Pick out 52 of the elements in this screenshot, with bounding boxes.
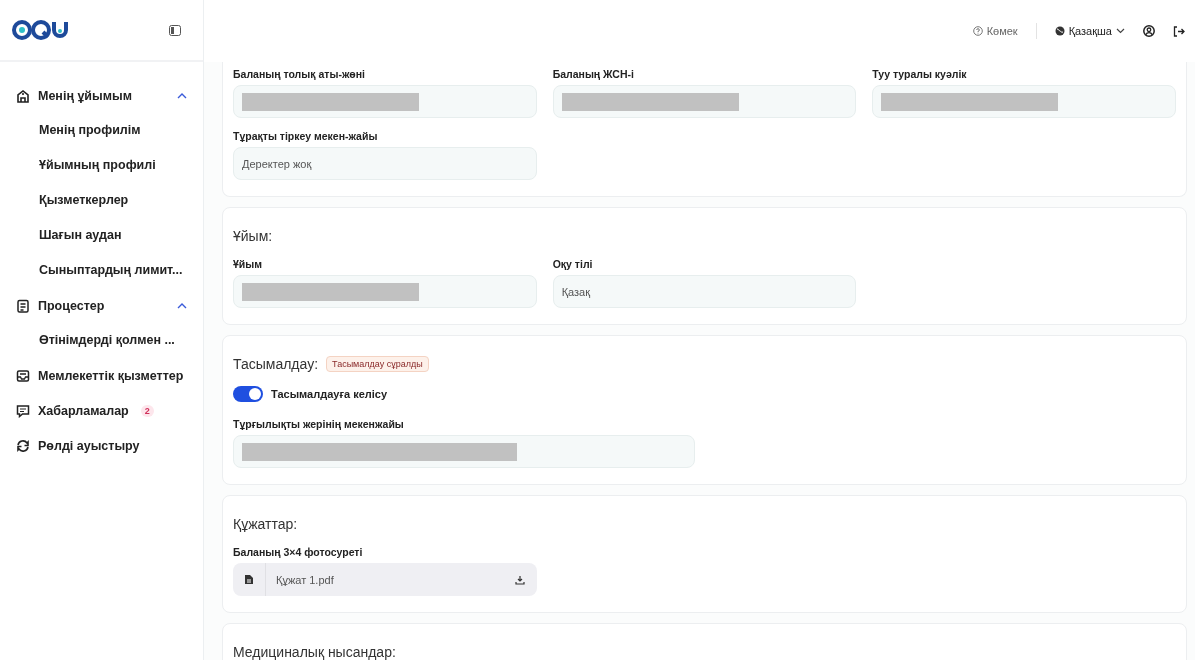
- sidebar-subitem[interactable]: Сыныптардың лимит...: [0, 253, 203, 288]
- sidebar-item[interactable]: Менің ұйымым: [0, 78, 203, 113]
- file-field[interactable]: Құжат 1.pdf: [233, 563, 537, 596]
- sidebar-item[interactable]: Мемлекеттік қызметтер: [0, 358, 203, 393]
- sidebar-subitem[interactable]: Ұйымның профилі: [0, 148, 203, 183]
- sidebar-subitem[interactable]: Менің профилім: [0, 113, 203, 148]
- input-field[interactable]: Деректер жоқ: [233, 147, 537, 180]
- field-label: Баланың толық аты-жөні: [233, 68, 366, 80]
- input-field[interactable]: [233, 85, 537, 118]
- input-field[interactable]: [552, 85, 857, 118]
- field-label: Оқу тілі: [552, 258, 594, 270]
- toggle-switch[interactable]: [233, 386, 263, 402]
- sidebar-item[interactable]: Рөлді ауыстыру: [0, 428, 203, 463]
- download-icon[interactable]: [514, 574, 525, 585]
- field-label: Ұйым: [233, 258, 264, 270]
- sidebar-subitem[interactable]: Қызметкерлер: [0, 183, 203, 218]
- toggle-label: Тасымалдауға келісу: [271, 388, 388, 400]
- logout-icon[interactable]: [1173, 25, 1185, 37]
- sidebar-subitem[interactable]: Өтінімдерді қолмен ...: [0, 323, 203, 358]
- sidebar-toggle-icon[interactable]: [169, 24, 181, 36]
- input-field[interactable]: Қазақ: [552, 275, 857, 308]
- user-icon[interactable]: [1143, 25, 1155, 37]
- building-icon: [16, 88, 30, 103]
- section-title: Тасымалдау:: [233, 356, 319, 372]
- help-link[interactable]: Көмек: [972, 25, 1018, 37]
- chevron-icon[interactable]: [177, 302, 187, 309]
- field-label: Тұрақты тіркеу мекен-жайы: [233, 130, 379, 142]
- tray-icon: [16, 368, 30, 383]
- sidebar-item[interactable]: Процестер: [0, 288, 203, 323]
- section-title: Медициналық нысандар:: [233, 644, 396, 660]
- sidebar-item[interactable]: Хабарламалар 2: [0, 393, 203, 428]
- field-label: Баланың ЖСН-і: [552, 68, 635, 80]
- chevron-icon[interactable]: [177, 92, 187, 99]
- input-field[interactable]: [233, 275, 537, 308]
- count-badge: 2: [140, 404, 154, 417]
- oqu-logo: [12, 19, 68, 41]
- section-title: Ұйым:: [233, 228, 273, 244]
- field-label: Баланың 3×4 фотосуреті: [233, 546, 364, 558]
- field-label: Тұрғылықты жерінің мекенжайы: [233, 418, 405, 430]
- refresh-icon: [16, 438, 30, 453]
- input-field[interactable]: [233, 435, 695, 468]
- sidebar-subitem[interactable]: Шағын аудан: [0, 218, 203, 253]
- question-icon: [972, 26, 983, 36]
- clipboard-icon: [16, 298, 30, 313]
- language-selector[interactable]: Қазақша: [1054, 25, 1125, 37]
- chevron-down-icon: [1116, 28, 1125, 34]
- field-label: Туу туралы куәлік: [872, 68, 968, 80]
- chat-icon: [16, 403, 30, 418]
- status-tag: Тасымалдау сұралды: [326, 356, 429, 372]
- globe-icon: [1054, 26, 1065, 36]
- section-title: Құжаттар:: [233, 516, 298, 532]
- input-field[interactable]: [872, 85, 1176, 118]
